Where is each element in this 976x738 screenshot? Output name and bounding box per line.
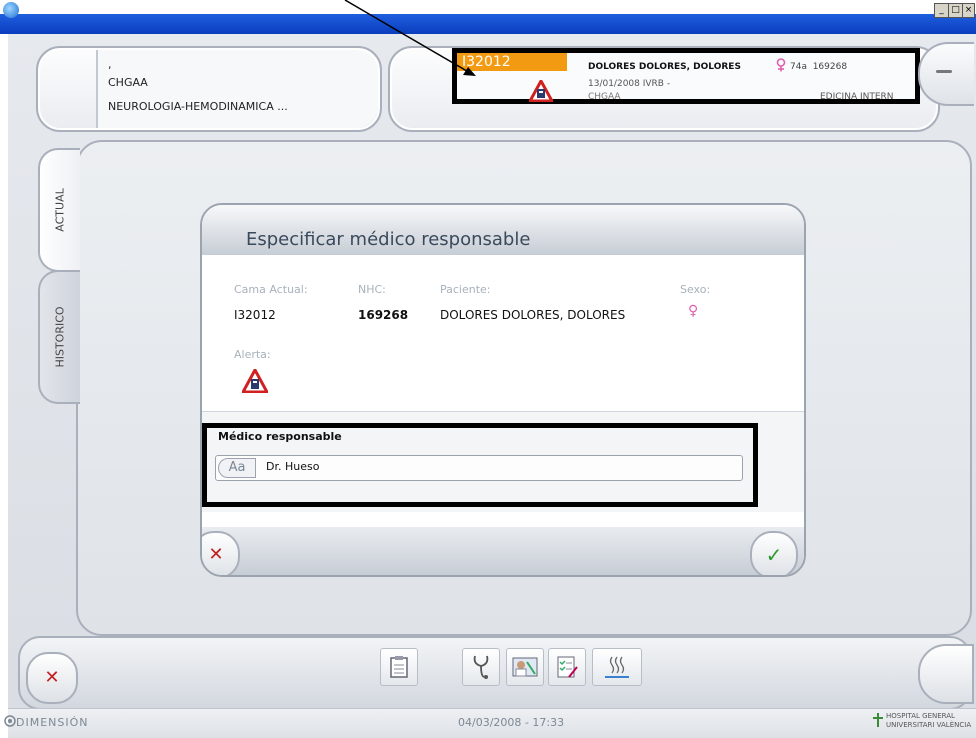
warning-triangle-icon <box>529 80 553 102</box>
doctor-label: Médico responsable <box>218 430 342 443</box>
patient-label: Paciente: <box>440 283 491 296</box>
status-datetime: 04/03/2008 - 17:33 <box>458 716 565 729</box>
tab-actual-label: ACTUAL <box>53 188 67 232</box>
minus-icon <box>936 70 952 73</box>
ie-logo-icon <box>3 2 19 18</box>
patient-age: 74a 169268 <box>790 62 847 72</box>
dialog-title: Especificar médico responsable <box>246 229 531 250</box>
minimize-window-button[interactable]: _ <box>934 3 949 18</box>
patient-nhc: 169268 <box>812 62 848 72</box>
side-action-button[interactable] <box>918 644 974 704</box>
close-button[interactable]: ✕ <box>26 652 78 704</box>
hospital-logo-text: HOSPITAL GENERAL UNIVERSITARI VALÈNCIA <box>886 712 971 730</box>
confirm-button[interactable]: ✓ <box>750 531 798 575</box>
patient-age-value: 74a <box>790 62 807 72</box>
tab-actual[interactable]: ACTUAL <box>38 148 80 272</box>
window-title: KARE - Microsoft Internet Explorer provi… <box>22 2 391 14</box>
admission-info: 13/01/2008 IVRB - <box>588 79 671 89</box>
dialog-footer <box>202 527 804 575</box>
stethoscope-icon[interactable] <box>462 648 500 686</box>
patient-name: DOLORES DOLORES, DOLORES <box>588 62 741 72</box>
bed-value: I32012 <box>234 308 276 322</box>
doctor-dialog: Especificar médico responsable Cama Actu… <box>200 203 806 577</box>
checklist-icon[interactable] <box>548 648 586 686</box>
hospital-logo-icon <box>873 713 883 727</box>
patient-service: EDICINA INTERN <box>820 92 894 102</box>
doctor-value[interactable]: Dr. Hueso <box>266 460 319 473</box>
hospital-line2: UNIVERSITARI VALÈNCIA <box>886 721 972 729</box>
bed-label: Cama Actual: <box>234 283 308 296</box>
location-line1: , <box>108 58 112 71</box>
steam-icon[interactable] <box>592 648 642 686</box>
clipboard-icon[interactable] <box>380 648 418 686</box>
nhc-label: NHC: <box>358 283 386 296</box>
nhc-value: 169268 <box>358 308 409 322</box>
bed-id: I32012 <box>462 54 511 70</box>
location-card <box>36 46 382 132</box>
cancel-button[interactable]: ✕ <box>202 531 240 575</box>
location-ward: NEUROLOGIA-HEMODINAMICA ... <box>108 100 288 113</box>
dimension-logo-icon <box>4 715 16 727</box>
tab-historico[interactable]: HISTORICO <box>38 270 80 404</box>
close-window-button[interactable]: × <box>962 3 975 18</box>
female-icon <box>776 58 786 72</box>
brand-label: DIMENSIÓN <box>16 716 89 729</box>
location-hospital: CHGAA <box>108 76 148 89</box>
alert-label: Alerta: <box>234 348 271 361</box>
patient-value: DOLORES DOLORES, DOLORES <box>440 308 626 322</box>
collapse-button[interactable] <box>918 42 974 106</box>
doctor-icon[interactable] <box>506 648 544 686</box>
maximize-window-button[interactable]: □ <box>948 3 963 18</box>
sex-value: ♀ <box>688 303 699 319</box>
tab-historico-label: HISTORICO <box>53 306 67 368</box>
hospital-line1: HOSPITAL GENERAL <box>886 712 955 720</box>
patient-hospital: CHGAA <box>588 92 621 102</box>
warning-triangle-icon <box>242 369 268 393</box>
window-title-bar <box>0 14 976 34</box>
sex-label: Sexo: <box>680 283 711 296</box>
text-input-icon: Aa <box>218 458 256 478</box>
